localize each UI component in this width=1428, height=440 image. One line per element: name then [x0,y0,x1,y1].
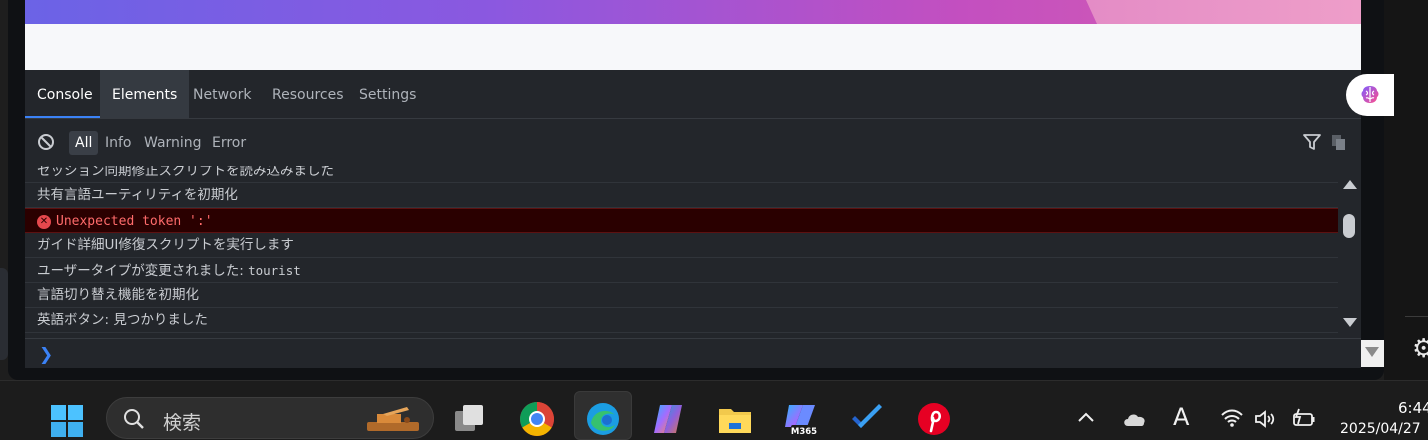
tab-network[interactable]: Network [181,70,263,118]
divider [1405,316,1428,317]
edge-icon[interactable] [585,401,621,437]
search-highlight-image-icon [367,407,419,431]
scroll-up-arrow-icon[interactable] [1343,180,1357,189]
todo-icon[interactable] [849,401,885,437]
devtools-tabbar: Console Elements Network Resources Setti… [25,70,1361,119]
log-row: 言語切り替え機能を初期化 [25,283,1338,308]
scroll-down-arrow-icon[interactable] [1343,318,1357,327]
scroll-thumb[interactable] [1343,214,1355,238]
page-scrollbar[interactable] [1361,340,1384,367]
wifi-icon[interactable] [1220,408,1244,428]
error-x-icon: ✕ [37,215,51,229]
settings-gear-icon[interactable]: ⚙ [1412,336,1428,362]
brain-icon [1361,86,1379,103]
copilot-icon[interactable] [650,401,686,437]
console-log: セッション同期修正スクリプトを読み込みました 共有言語ユーティリティを初期化 ✕… [25,166,1338,334]
webpage-viewport [25,0,1361,70]
windows-start-icon[interactable] [49,403,85,439]
battery-charging-icon[interactable] [1290,408,1316,428]
taskbar-search-box[interactable]: 検索 [106,397,434,439]
ai-assistant-button[interactable] [1346,74,1394,116]
gradient-highlight [1086,0,1361,24]
show-hidden-icons-chevron-icon[interactable] [1077,411,1095,423]
chrome-icon[interactable] [519,401,555,437]
log-row: ユーザータイプが変更されました: tourist [25,258,1338,283]
page-header-gradient [25,0,1361,24]
log-row-error: ✕ Unexpected token ':' [25,208,1338,233]
clear-console-icon[interactable] [37,133,55,151]
volume-icon[interactable] [1254,409,1278,429]
log-row: 英語ボタン: 見つかりました [25,308,1338,333]
log-row: 共有言語ユーティリティを初期化 [25,183,1338,208]
filter-all[interactable]: All [69,131,99,155]
copy-icon[interactable] [1331,134,1347,151]
search-icon [124,409,144,429]
console-input[interactable]: ❯ [25,338,1361,368]
console-filterbar: All Info Warning Error [25,119,1361,167]
search-placeholder: 検索 [163,412,202,434]
prompt-chevron-icon: ❯ [39,345,54,365]
log-row: セッション同期修正スクリプトを読み込みました [25,166,1338,183]
background-window-edge [0,268,8,360]
onedrive-cloud-icon[interactable] [1122,411,1148,427]
clock-date[interactable]: 2025/04/27 [1340,421,1421,437]
taskbar: 検索 M365 A 6:44 2025/04/27 [0,380,1428,440]
filter-info[interactable]: Info [99,131,138,155]
clock-time[interactable]: 6:44 [1398,399,1428,417]
task-view-icon[interactable] [452,401,488,437]
filter-warning[interactable]: Warning [138,131,208,155]
filter-error[interactable]: Error [206,131,252,155]
file-explorer-icon[interactable] [717,401,753,437]
tab-console[interactable]: Console [25,70,105,118]
log-value: tourist [248,263,301,278]
devtools-panel: Console Elements Network Resources Setti… [25,70,1361,368]
console-scrollbar[interactable] [1338,166,1361,334]
pinterest-icon[interactable] [916,401,952,437]
side-panel-edge [1384,0,1428,380]
tab-resources[interactable]: Resources [260,70,356,118]
log-row: ガイド詳細UI修復スクリプトを実行します [25,233,1338,258]
ime-indicator[interactable]: A [1173,403,1189,431]
tab-settings[interactable]: Settings [347,70,428,118]
tab-elements[interactable]: Elements [100,70,190,118]
error-message: Unexpected token ':' [56,214,213,229]
scroll-down-arrow-icon[interactable] [1365,347,1379,357]
log-text: ユーザータイプが変更されました: [37,263,249,279]
filter-funnel-icon[interactable] [1303,134,1321,150]
m365-badge: M365 [791,427,817,437]
m365-icon[interactable]: M365 [783,401,819,437]
